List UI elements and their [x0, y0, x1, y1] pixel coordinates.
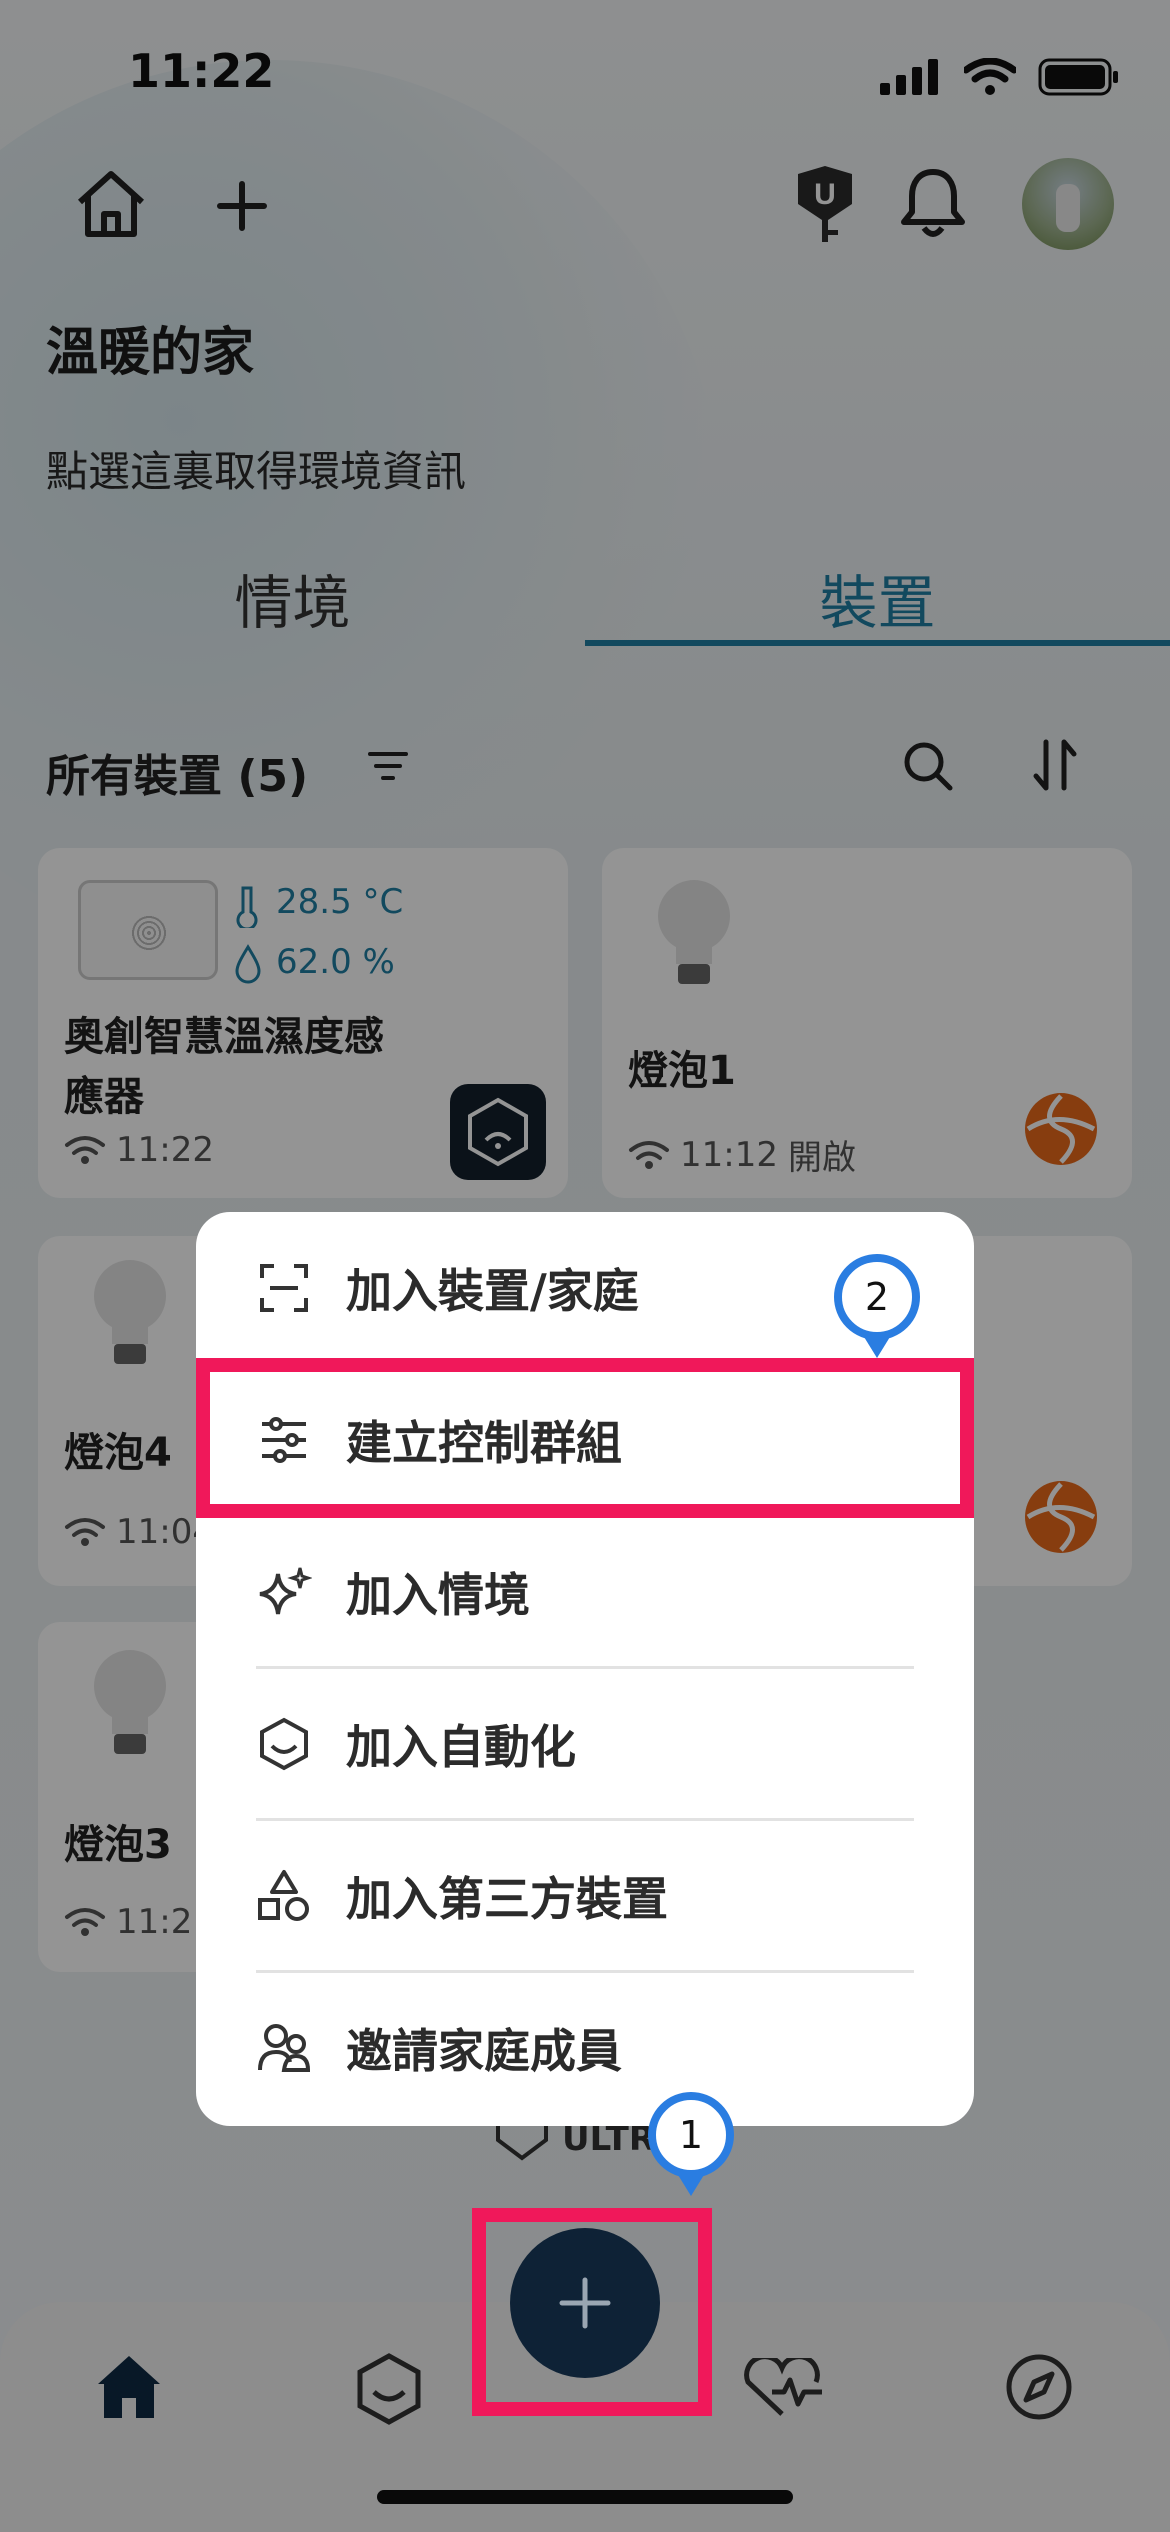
step-marker-1: 1	[648, 2092, 734, 2178]
sparkle-icon	[259, 1567, 312, 1615]
step-marker-2-tail	[861, 1332, 893, 1358]
menu-label-add-scene: 加入情境	[346, 1568, 530, 1622]
menu-label-add-automation: 加入自動化	[346, 1720, 576, 1774]
people-icon	[258, 2024, 311, 2072]
menu-item-invite-member[interactable]: 邀請家庭成員	[196, 1972, 974, 2124]
automation-icon	[260, 1717, 308, 1771]
highlight-box-create-group	[196, 1358, 974, 1518]
step-marker-2: 2	[834, 1254, 920, 1340]
shapes-icon	[258, 1870, 309, 1921]
app-screen: 11:22 U 溫暖的家 點選這裏取得環境資訊 情境 裝置 所有裝置 (5) 2…	[0, 0, 1170, 2532]
scan-icon	[260, 1264, 308, 1312]
menu-item-add-scene[interactable]: 加入情境	[196, 1516, 974, 1668]
menu-item-add-third-party[interactable]: 加入第三方裝置	[196, 1820, 974, 1972]
highlight-box-fab	[472, 2208, 712, 2416]
step-marker-1-tail	[675, 2170, 707, 2196]
menu-label-add-device: 加入裝置/家庭	[346, 1264, 639, 1318]
menu-label-invite-member: 邀請家庭成員	[346, 2024, 622, 2078]
add-menu-popup: 加入裝置/家庭 建立控制群組 加入情境 加入自動化 加入第三方裝置 邀請家庭成員	[196, 1212, 974, 2126]
menu-label-add-third-party: 加入第三方裝置	[346, 1872, 668, 1926]
menu-item-add-automation[interactable]: 加入自動化	[196, 1668, 974, 1820]
